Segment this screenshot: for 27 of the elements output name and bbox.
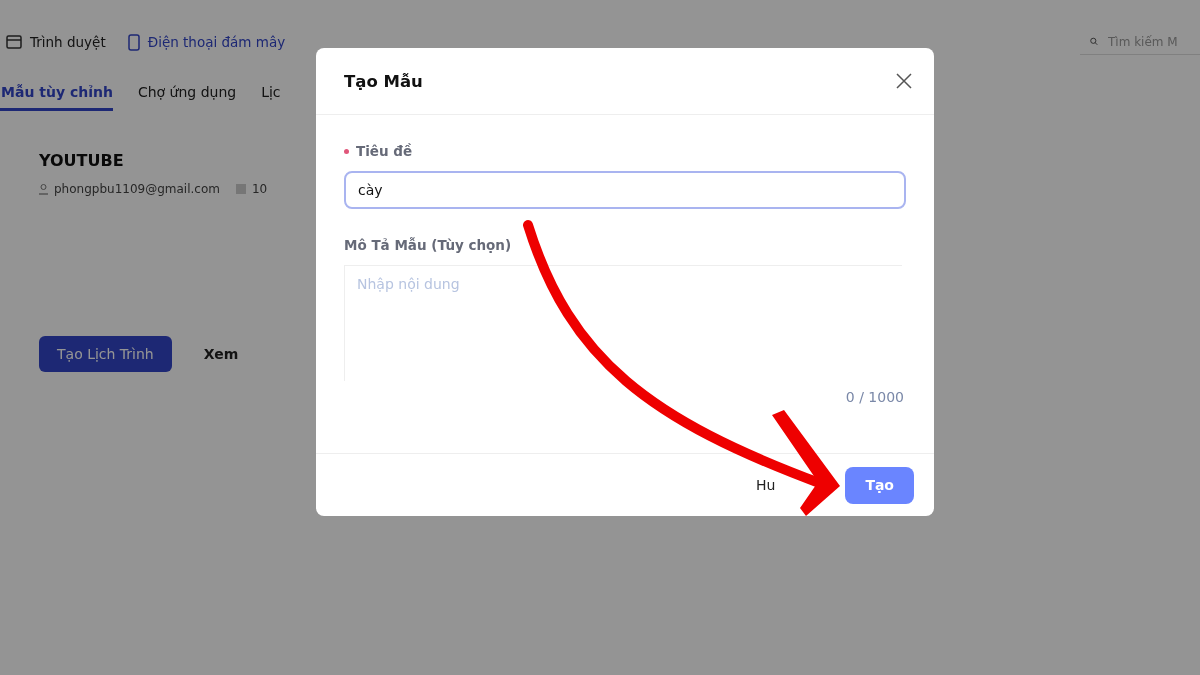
card-title: YOUTUBE <box>39 151 125 170</box>
char-counter: 0 / 1000 <box>845 389 904 405</box>
email-text: phongpbu1109@gmail.com <box>54 182 220 196</box>
close-icon <box>896 73 912 89</box>
phone-icon <box>127 33 140 51</box>
field-label: Tiêu đề <box>356 143 413 159</box>
window-icon <box>6 34 22 50</box>
search-field[interactable]: Tìm kiếm M <box>1106 33 1200 50</box>
top-nav-item[interactable]: Điện thoại đám mây <box>127 33 286 51</box>
count-text: 10 <box>251 182 268 196</box>
create-button[interactable]: Tạo <box>845 466 914 504</box>
user-icon <box>39 183 48 195</box>
field-label: Mô Tả Mẫu (Tùy chọn) <box>344 237 512 253</box>
create-schedule-button[interactable]: Tạo Lịch Trình <box>39 336 172 372</box>
tab[interactable]: Chợ ứng dụng <box>136 76 237 111</box>
tab[interactable]: Mẫu tùy chỉnh <box>0 76 113 111</box>
close-button[interactable] <box>896 73 912 89</box>
cancel-button[interactable]: Hu <box>751 466 780 504</box>
tab[interactable]: Lịc <box>260 76 281 111</box>
top-nav-item[interactable]: Trình duyệt <box>6 34 106 50</box>
title-input[interactable]: cày <box>344 171 906 209</box>
top-nav-label: Điện thoại đám mây <box>147 34 286 50</box>
view-button[interactable]: Xem <box>185 336 257 372</box>
top-nav-label: Trình duyệt <box>30 34 106 50</box>
description-textarea[interactable]: Nhập nội dung <box>344 265 902 381</box>
square-icon <box>235 184 246 194</box>
dialog-title: Tạo Mẫu <box>344 71 423 91</box>
